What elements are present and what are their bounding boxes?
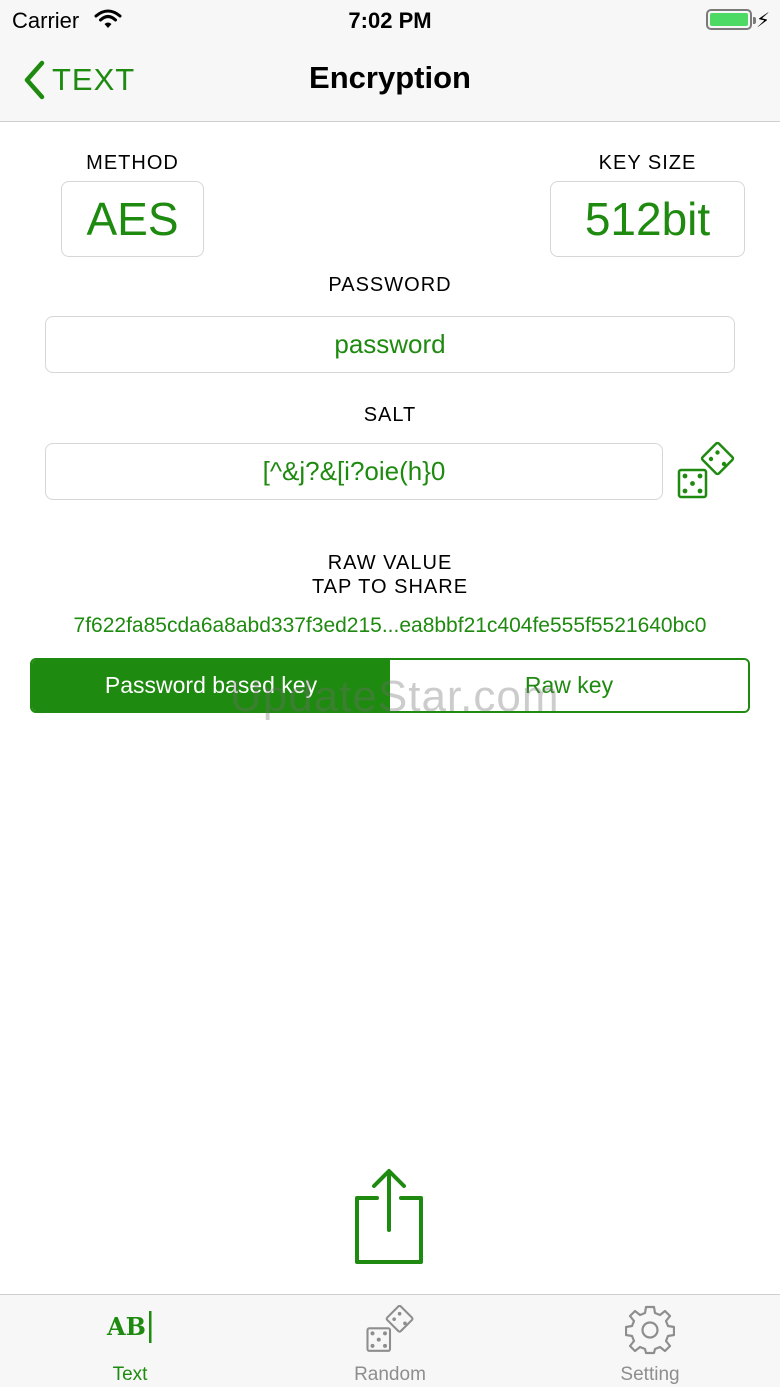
tab-setting[interactable]: Setting <box>520 1295 780 1387</box>
dice-icon <box>677 441 735 499</box>
gear-icon <box>625 1305 675 1355</box>
page-title: Encryption <box>309 60 471 95</box>
clock: 7:02 PM <box>348 8 432 33</box>
key-size-selector[interactable]: 512bit <box>550 181 745 257</box>
dice-icon <box>366 1305 414 1352</box>
charging-bolt-icon: ⚡ <box>755 10 770 32</box>
raw-value-label: RAW VALUE <box>327 552 453 574</box>
share-button[interactable] <box>352 1168 426 1266</box>
password-label: PASSWORD <box>328 274 452 296</box>
tab-random[interactable]: Random <box>260 1295 520 1387</box>
battery-icon <box>706 9 756 30</box>
password-field[interactable]: password <box>45 316 735 373</box>
raw-value-text[interactable]: 7f622fa85cda6a8abd337f3ed215...ea8bbf21c… <box>0 614 780 638</box>
status-bar: Carrier 7:02 PM ⚡ <box>0 0 780 40</box>
salt-field[interactable]: [^&j?&[i?oie(h}0 <box>45 443 663 500</box>
method-selector[interactable]: AES <box>61 181 204 257</box>
randomize-salt-button[interactable] <box>676 441 736 502</box>
tap-to-share-label: TAP TO SHARE <box>311 576 469 598</box>
svg-text:AB: AB <box>106 1312 146 1341</box>
top-bar: Carrier 7:02 PM ⚡ TEXT Encryption <box>0 0 780 122</box>
tab-bar: AB Text Random Setting <box>0 1294 780 1387</box>
salt-label: SALT <box>363 404 417 426</box>
share-icon <box>355 1169 423 1264</box>
text-ab-icon: AB <box>106 1311 152 1343</box>
method-label: METHOD <box>86 152 179 174</box>
tab-random-label: Random <box>354 1364 426 1385</box>
tab-text-label: Text <box>112 1364 148 1385</box>
key-size-label: KEY SIZE <box>598 152 697 174</box>
key-mode-segmented-control: Password based key Raw key <box>30 658 750 713</box>
tab-text[interactable]: AB Text <box>0 1295 260 1387</box>
tab-setting-label: Setting <box>620 1364 680 1385</box>
segment-raw-key[interactable]: Raw key <box>390 660 748 711</box>
segment-password-based-key[interactable]: Password based key <box>32 660 390 711</box>
